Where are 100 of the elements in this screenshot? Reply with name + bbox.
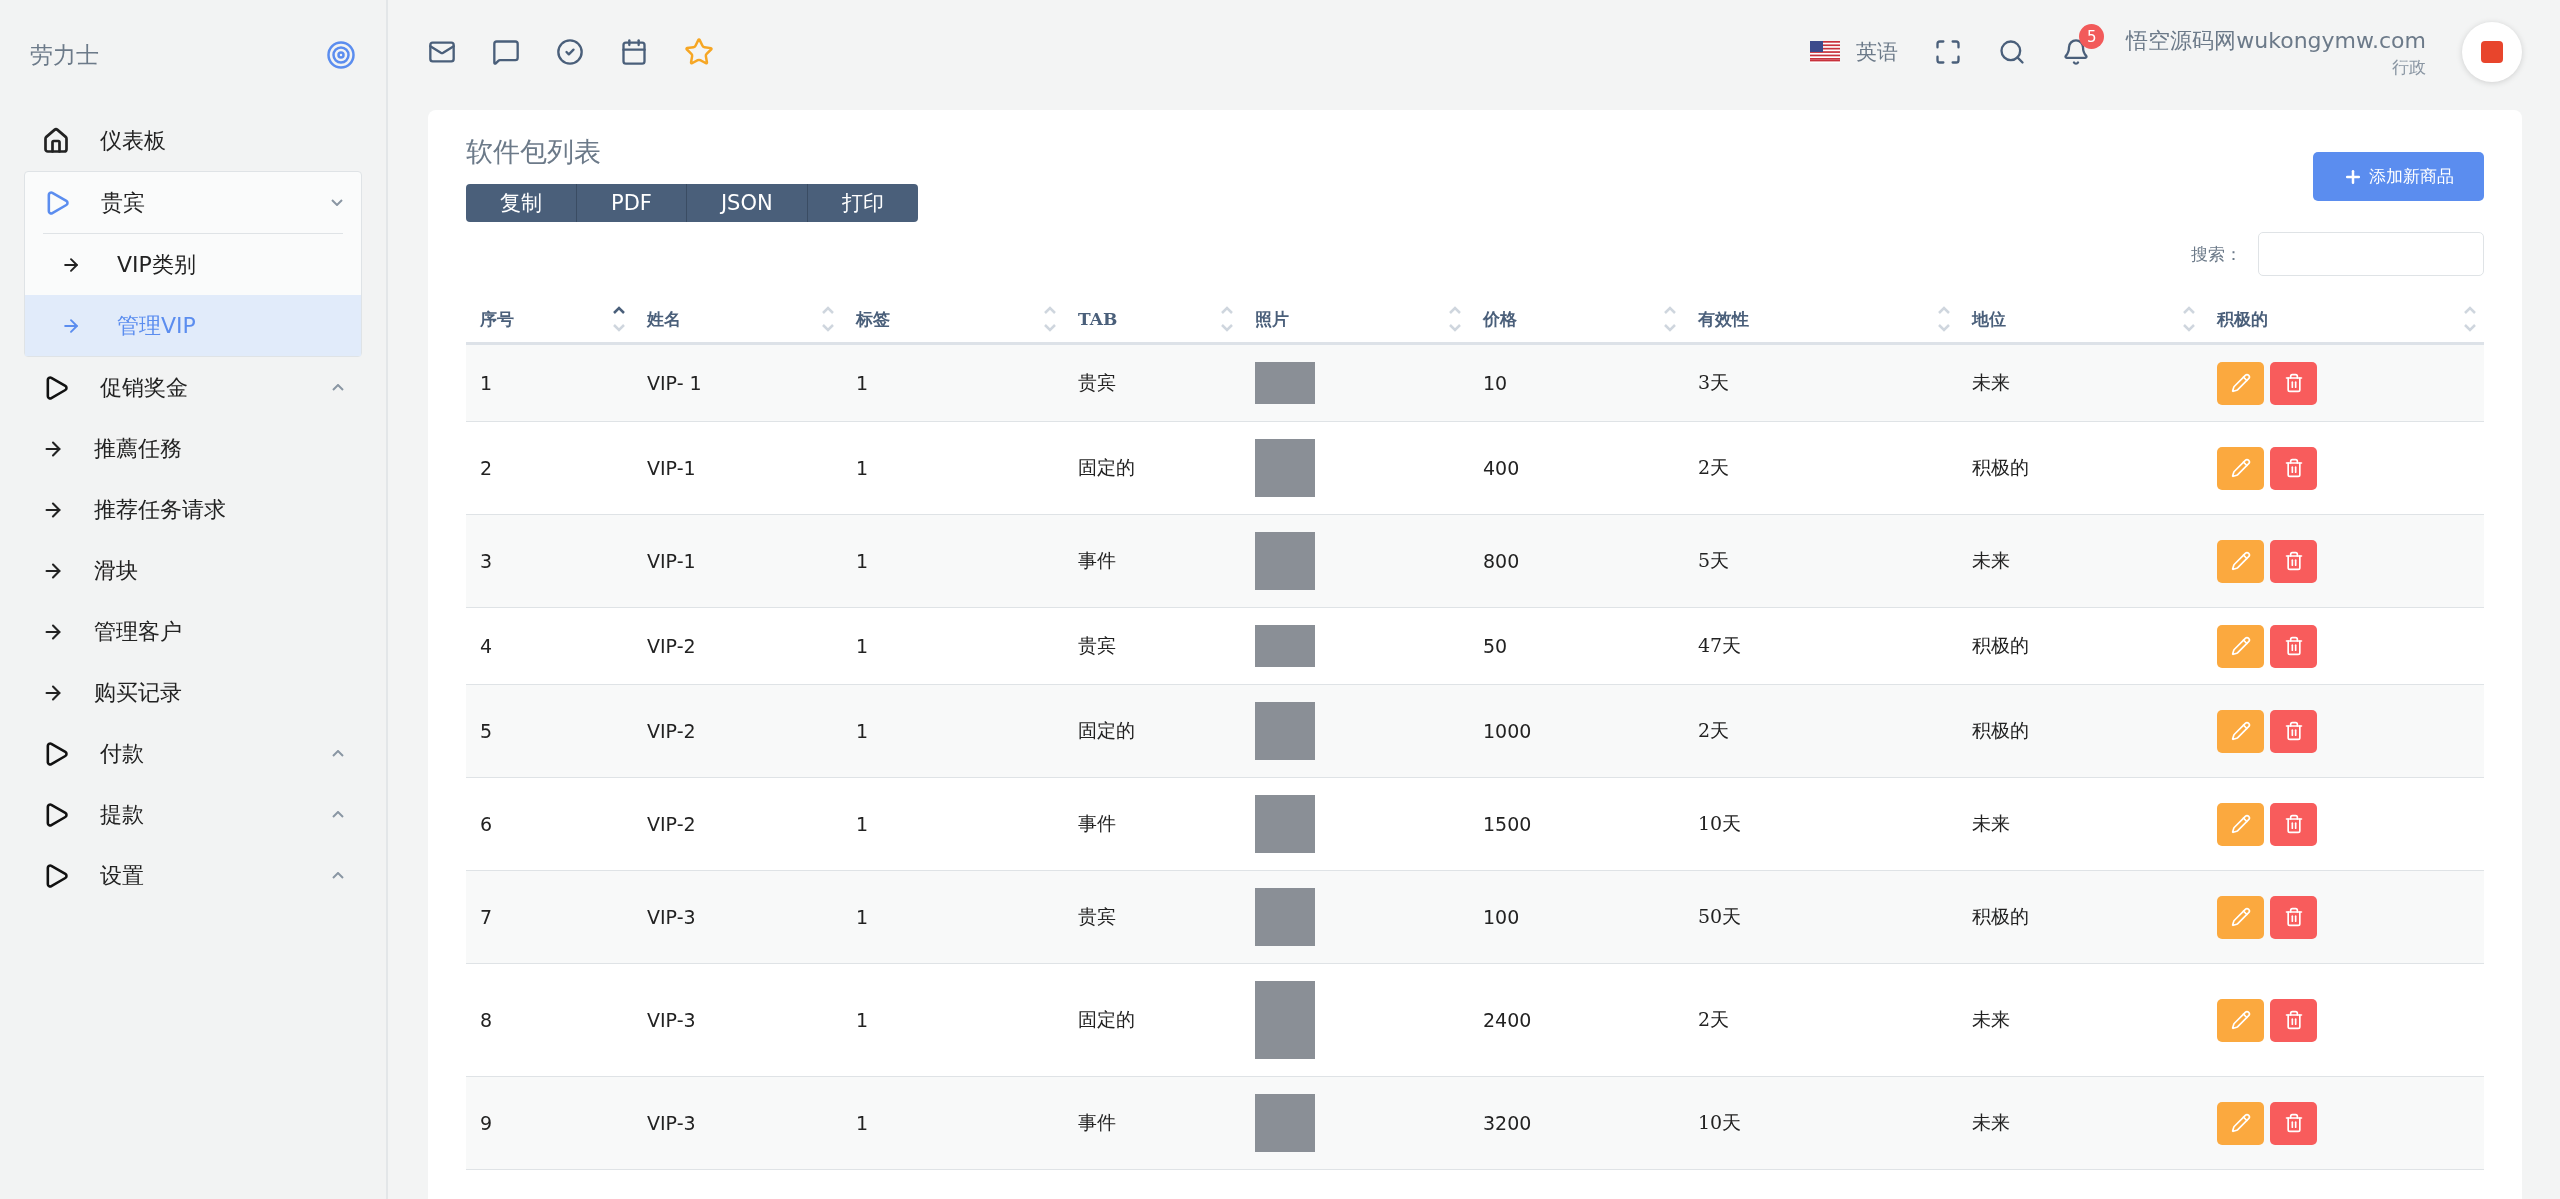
photo-placeholder — [1255, 439, 1315, 497]
table-cell-text: 1 — [855, 906, 870, 928]
table-cell-text: 1 — [855, 372, 870, 394]
table-cell-text: 100 — [1482, 906, 1521, 928]
trash-icon — [2283, 1010, 2304, 1030]
sidebar-item[interactable]: 仪表板 — [24, 110, 362, 171]
photo-placeholder — [1255, 702, 1315, 760]
export-button[interactable]: 打印 — [807, 184, 918, 222]
avatar[interactable] — [2462, 22, 2522, 82]
sort-icon — [2464, 306, 2476, 332]
fullscreen-icon[interactable] — [1934, 38, 1963, 66]
table-cell-text: 积极的 — [1971, 455, 2030, 480]
edit-button[interactable] — [2217, 1101, 2264, 1145]
group-label: 付款 — [100, 739, 145, 768]
column-header[interactable]: TAB — [1064, 296, 1241, 342]
table-cell-text: 9 — [479, 1112, 494, 1134]
sidebar-group[interactable]: 提款 — [24, 784, 362, 845]
pencil-icon — [2230, 551, 2251, 571]
pencil-icon — [2230, 721, 2251, 741]
table-cell-text: 1 — [855, 813, 870, 835]
table-cell-text: VIP-1 — [646, 550, 697, 572]
brand-title: 劳力士 — [30, 40, 99, 70]
edit-button[interactable] — [2217, 998, 2264, 1042]
table-cell-text: 事件 — [1077, 1110, 1117, 1135]
search-icon[interactable] — [1998, 38, 2027, 66]
photo-placeholder — [1255, 362, 1315, 404]
table-cell-text: 积极的 — [1971, 718, 2030, 743]
column-header[interactable]: 积极的 — [2203, 296, 2484, 342]
pencil-icon — [2230, 458, 2251, 478]
edit-button[interactable] — [2217, 709, 2264, 753]
sort-icon — [1938, 306, 1950, 332]
delete-button[interactable] — [2270, 539, 2317, 583]
language-label[interactable]: 英语 — [1856, 38, 1899, 66]
table-cell-text: 10 — [1482, 372, 1509, 394]
table-cell-text: 固定的 — [1077, 455, 1136, 480]
export-button[interactable]: PDF — [577, 184, 687, 222]
pencil-icon — [2230, 1113, 2251, 1133]
table-cell-text: 3200 — [1482, 1112, 1533, 1134]
edit-button[interactable] — [2217, 361, 2264, 405]
star-icon[interactable] — [684, 37, 714, 67]
sidebar-group[interactable]: 付款 — [24, 723, 362, 784]
column-header[interactable]: 照片 — [1241, 296, 1469, 342]
column-header[interactable]: 序号 — [466, 296, 633, 342]
delete-button[interactable] — [2270, 624, 2317, 668]
table-cell-text: 5天 — [1697, 548, 1731, 573]
target-icon[interactable] — [326, 40, 356, 70]
delete-button[interactable] — [2270, 802, 2317, 846]
column-header[interactable]: 地位 — [1958, 296, 2203, 342]
sidebar-item[interactable]: 推薦任務 — [24, 418, 362, 479]
delete-button[interactable] — [2270, 895, 2317, 939]
calendar-icon[interactable] — [620, 38, 648, 66]
sidebar-item[interactable]: 推荐任务请求 — [24, 479, 362, 540]
table-cell-text: 未来 — [1971, 548, 2011, 573]
pencil-icon — [2230, 1010, 2251, 1030]
user-name: 悟空源码网wukongymw.com — [2126, 26, 2426, 55]
export-button[interactable]: 复制 — [466, 184, 577, 222]
group-label: 设置 — [100, 861, 145, 890]
pencil-icon — [2230, 373, 2251, 393]
search-field[interactable] — [2258, 232, 2484, 276]
chevron-up-icon — [332, 384, 344, 391]
export-button[interactable]: JSON — [686, 184, 808, 222]
chat-icon[interactable] — [492, 38, 520, 66]
delete-button[interactable] — [2270, 709, 2317, 753]
table-cell-text: VIP-3 — [646, 1112, 697, 1134]
sidebar-subitem[interactable]: VIP类别 — [25, 234, 361, 295]
column-header[interactable]: 有效性 — [1684, 296, 1958, 342]
sidebar-group[interactable]: 促销奖金 — [24, 357, 362, 418]
check-circle-icon[interactable] — [556, 38, 584, 66]
chevron-up-icon — [332, 811, 344, 818]
sidebar-item[interactable]: 购买记录 — [24, 662, 362, 723]
edit-button[interactable] — [2217, 624, 2264, 668]
table-cell-text: 事件 — [1077, 811, 1117, 836]
delete-button[interactable] — [2270, 361, 2317, 405]
delete-button[interactable] — [2270, 998, 2317, 1042]
logo-icon — [2481, 41, 2503, 63]
edit-button[interactable] — [2217, 802, 2264, 846]
table-cell-text: VIP-3 — [646, 906, 697, 928]
column-header[interactable]: 标签 — [842, 296, 1064, 342]
sidebar-group[interactable]: 贵宾 — [25, 172, 361, 233]
sidebar-item[interactable]: 滑块 — [24, 540, 362, 601]
column-header[interactable]: 姓名 — [633, 296, 842, 342]
edit-button[interactable] — [2217, 895, 2264, 939]
delete-button[interactable] — [2270, 1101, 2317, 1145]
sort-icon — [822, 306, 834, 332]
table-cell-text: 未来 — [1971, 370, 2011, 395]
sidebar-item[interactable]: 管理客户 — [24, 601, 362, 662]
sort-icon — [1221, 306, 1233, 332]
sidebar-group[interactable]: 设置 — [24, 845, 362, 906]
table-cell-text: 50 — [1482, 635, 1509, 657]
photo-placeholder — [1255, 532, 1315, 590]
edit-button[interactable] — [2217, 446, 2264, 490]
photo-placeholder — [1255, 888, 1315, 946]
pencil-icon — [2230, 907, 2251, 927]
delete-button[interactable] — [2270, 446, 2317, 490]
table-cell-text: 8 — [479, 1009, 494, 1031]
column-header[interactable]: 价格 — [1469, 296, 1684, 342]
table-cell-text: 固定的 — [1077, 1007, 1136, 1032]
flag-icon[interactable] — [1810, 41, 1841, 63]
edit-button[interactable] — [2217, 539, 2264, 583]
table-cell-text: VIP-2 — [646, 635, 697, 657]
